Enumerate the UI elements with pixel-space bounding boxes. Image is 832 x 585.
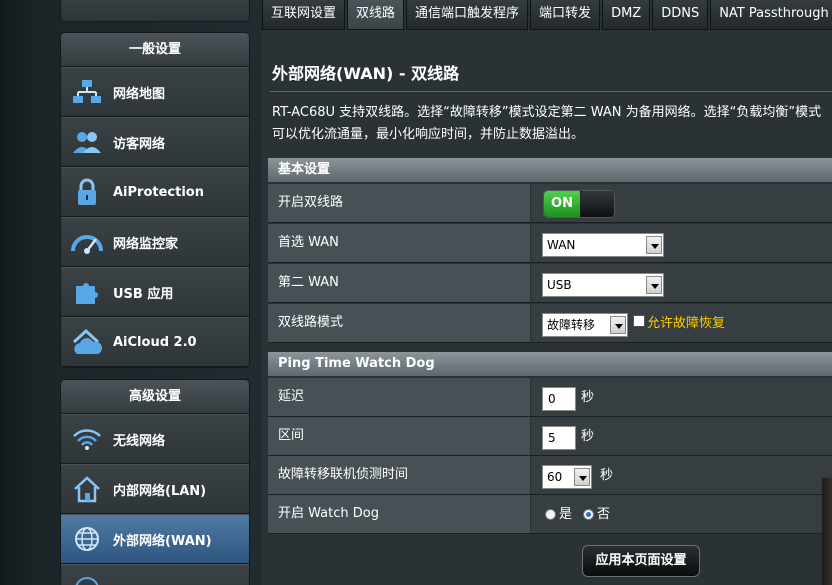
watchdog-no-radio[interactable] [583,509,594,520]
interval-input[interactable]: 5 [542,426,576,450]
row-dual-wan-mode: 双线路模式 故障转移 允许故障恢复 [268,304,832,343]
row-delay: 延迟 0 秒 [268,378,832,417]
dual-wan-mode-value: 故障转移 [547,318,596,332]
sidebar-item-label: USB 应用 [113,286,174,302]
tab-dual-wan[interactable]: 双线路 [347,0,405,30]
watchdog-no-label: 否 [597,507,611,522]
apply-settings-button[interactable]: 应用本页面设置 [582,545,700,577]
sidebar-item-label: AiCloud 2.0 [113,334,197,350]
sidebar-item-traffic-monitor[interactable]: 网络监控家 [61,217,249,267]
row-detect-time: 故障转移联机侦测时间 60 秒 [268,456,832,495]
network-map-icon [61,79,113,105]
dual-wan-mode-label: 双线路模式 [268,304,530,342]
watchdog-header: Ping Time Watch Dog [268,352,832,376]
row-secondary-wan: 第二 WAN USB [268,264,832,303]
sidebar: 一般设置 网络地图 访客网络 AiProtection 网络监控家 USB 应用… [0,0,262,585]
lock-icon [61,178,113,206]
sidebar-item-label: AiProtection [113,184,204,200]
background-figure-edge [822,478,832,585]
sidebar-item-wireless[interactable]: 无线网络 [61,414,249,464]
detect-time-unit: 秒 [600,468,614,483]
guest-network-icon [61,129,113,155]
tab-port-trigger[interactable]: 通信端口触发程序 [406,0,529,30]
sidebar-item-label: 网络地图 [113,86,166,102]
home-icon [61,475,113,503]
tab-dmz[interactable]: DMZ [602,0,651,30]
sidebar-item-aicloud[interactable]: AiCloud 2.0 [61,317,249,367]
delay-label: 延迟 [268,378,530,416]
sidebar-item-next[interactable] [61,564,249,585]
globe-icon [61,525,113,553]
chevron-down-icon [610,316,626,334]
basic-settings-header: 基本设置 [268,158,832,182]
row-primary-wan: 首选 WAN WAN [268,224,832,263]
sidebar-general-header: 一般设置 [61,33,249,67]
title-divider [270,91,832,92]
sidebar-item-usb-app[interactable]: USB 应用 [61,267,249,317]
tab-nat-passthrough[interactable]: NAT Passthrough [710,0,832,30]
sidebar-item-label: 无线网络 [113,433,166,449]
chevron-down-icon [574,468,590,486]
tab-port-forwarding[interactable]: 端口转发 [530,0,601,30]
cloud-house-icon [61,328,113,356]
primary-wan-select[interactable]: WAN [542,233,664,257]
toggle-knob [580,191,614,217]
watchdog-yes-radio[interactable] [545,509,556,520]
dual-wan-mode-select[interactable]: 故障转移 [542,313,628,337]
sidebar-item-guest-network[interactable]: 访客网络 [61,117,249,167]
secondary-wan-select[interactable]: USB [542,273,664,297]
page-title: 外部网络(WAN) - 双线路 [272,64,460,83]
interval-label: 区间 [268,417,530,455]
failback-label: 允许故障恢复 [647,316,726,331]
failback-checkbox[interactable] [633,315,645,327]
detect-time-select[interactable]: 60 [542,465,592,489]
page-description: RT-AC68U 支持双线路。选择“故障转移”模式设定第二 WAN 为备用网络。… [272,105,822,142]
sidebar-advanced-header: 高级设置 [61,380,249,414]
delay-input[interactable]: 0 [542,387,576,411]
delay-unit: 秒 [581,390,595,405]
tab-internet-settings[interactable]: 互联网设置 [262,0,346,30]
dual-wan-toggle[interactable]: ON [543,190,615,218]
tab-ddns[interactable]: DDNS [652,0,709,30]
row-enable-dual-wan: 开启双线路 ON [268,184,832,223]
sidebar-item-label: 外部网络(WAN) [113,533,212,549]
sidebar-item-aiprotection[interactable]: AiProtection [61,167,249,217]
sidebar-general-group: 一般设置 网络地图 访客网络 AiProtection 网络监控家 USB 应用… [60,32,250,368]
sidebar-item-network-map[interactable]: 网络地图 [61,67,249,117]
secondary-wan-label: 第二 WAN [268,264,530,302]
sidebar-item-wan[interactable]: 外部网络(WAN) [61,514,249,564]
primary-wan-label: 首选 WAN [268,224,530,262]
primary-wan-value: WAN [547,238,576,252]
detect-time-label: 故障转移联机侦测时间 [268,456,530,494]
detect-time-value: 60 [547,470,563,484]
sidebar-advanced-group: 高级设置 无线网络 内部网络(LAN) 外部网络(WAN) [60,379,250,585]
sidebar-top-item[interactable] [60,0,250,22]
enable-watchdog-label: 开启 Watch Dog [268,495,530,533]
gauge-icon [61,229,113,255]
secondary-wan-value: USB [547,278,572,292]
chevron-down-icon [646,236,662,254]
chevron-down-icon [646,276,662,294]
globe-icon [61,575,113,585]
sidebar-item-lan[interactable]: 内部网络(LAN) [61,464,249,514]
row-enable-watchdog: 开启 Watch Dog 是 否 [268,495,832,534]
sidebar-item-label: 网络监控家 [113,236,179,252]
tab-bar: 互联网设置 双线路 通信端口触发程序 端口转发 DMZ DDNS NAT Pas… [262,0,832,30]
sidebar-item-label: 内部网络(LAN) [113,483,207,499]
sidebar-item-label: 访客网络 [113,136,166,152]
enable-dual-wan-label: 开启双线路 [268,184,530,222]
wifi-icon [61,427,113,451]
puzzle-icon [61,278,113,306]
watchdog-yes-label: 是 [559,507,573,522]
interval-unit: 秒 [581,429,595,444]
toggle-on-text: ON [544,191,580,217]
row-interval: 区间 5 秒 [268,417,832,456]
